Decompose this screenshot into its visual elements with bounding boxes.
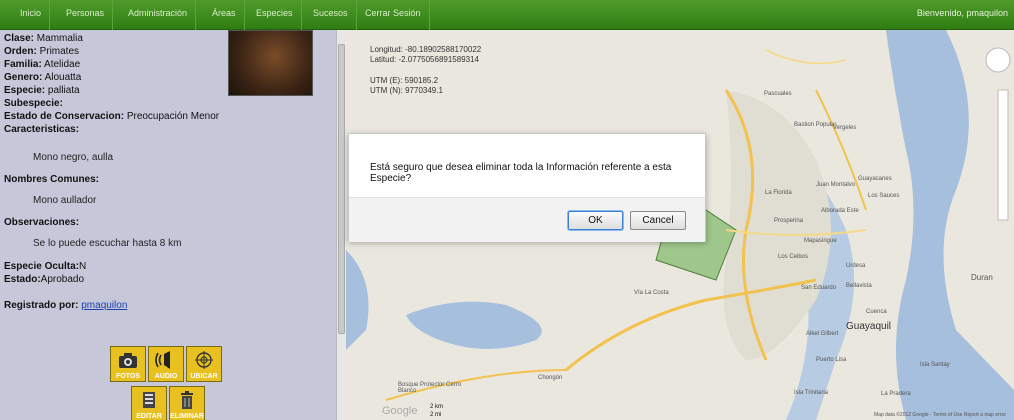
map-label-pascuales: Pascuales <box>764 91 792 97</box>
map-label-prosperina: Prosperina <box>774 218 804 224</box>
map-attribution[interactable]: Map data ©2012 Google - Terms of Use Rep… <box>874 412 1006 418</box>
panel-scrollbar[interactable] <box>336 30 346 420</box>
editar-label: EDITAR <box>136 413 162 420</box>
camera-icon <box>119 353 137 368</box>
speaker-icon <box>155 351 170 369</box>
edit-document-icon <box>143 392 155 408</box>
field-familia: Familia: Atelidae <box>4 59 81 70</box>
map-label-bastion: Bastion Popular <box>794 122 837 128</box>
nombres-value: Mono aullador <box>33 195 97 206</box>
map-scale-km: 2 km <box>430 404 444 410</box>
field-estado: Estado:Aprobado <box>4 274 85 285</box>
trash-icon <box>181 391 193 409</box>
field-especie: Especie: palliata <box>4 85 80 96</box>
map-label-isla-santay: Isla Santay <box>920 362 950 368</box>
field-genero: Genero: Alouatta <box>4 72 82 83</box>
google-logo: Google <box>382 405 418 417</box>
nav-sucesos[interactable]: Sucesos <box>305 0 357 30</box>
welcome-text: Bienvenido, pmaquilon <box>916 8 1008 18</box>
field-especie-oculta: Especie Oculta:N <box>4 261 87 272</box>
map-label-cuenca: Cuenca <box>866 309 887 315</box>
ubicar-label: UBICAR <box>190 373 218 380</box>
fotos-button[interactable]: FOTOS <box>110 346 146 382</box>
map-label-vergeles: Vergeles <box>833 125 857 131</box>
map-label-la-florida: La Florida <box>765 190 792 196</box>
field-nombres-label: Nombres Comunes: <box>4 174 100 185</box>
audio-button[interactable]: AUDIO <box>148 346 184 382</box>
field-registrado: Registrado por: pmaquilon <box>4 300 128 311</box>
nav-areas[interactable]: Áreas <box>204 0 245 30</box>
utm-n-readout: UTM (N): 9770349.1 <box>370 86 443 95</box>
ok-button[interactable]: OK <box>568 211 623 230</box>
field-estado-conservacion: Estado de Conservacion: Preocupación Men… <box>4 111 220 122</box>
editar-button[interactable]: EDITAR <box>131 386 167 420</box>
field-clase: Clase: Mammalia <box>4 33 83 44</box>
map-label-cerro-blanco: Bosque Protector Cerro Blanco <box>398 382 462 394</box>
map-label-puerto-lisa: Puerto Lisa <box>816 357 847 363</box>
map-label-juan-montalvo: Juan Montalvo <box>816 182 856 188</box>
confirm-delete-dialog: Está seguro que desea eliminar toda la I… <box>348 133 706 242</box>
cancel-button[interactable]: Cancel <box>630 211 686 230</box>
eliminar-label: ELIMINAR <box>170 413 204 420</box>
nav-personas[interactable]: Personas <box>58 0 114 30</box>
map-label-alborada: Alborada Este <box>821 208 859 214</box>
nav-administracion[interactable]: Administración <box>120 0 197 30</box>
dialog-message: Está seguro que desea eliminar toda la I… <box>370 162 672 184</box>
map-label-san-eduardo: San Eduardo <box>801 285 837 291</box>
map-label-duran: Duran <box>971 273 993 282</box>
field-subespecie: Subespecie: <box>4 98 63 109</box>
map-label-mapasingue: Mapasingue <box>804 238 837 244</box>
eliminar-button[interactable]: ELIMINAR <box>169 386 205 420</box>
utm-e-readout: UTM (E): 590185.2 <box>370 76 439 85</box>
caracteristicas-value: Mono negro, aulla <box>33 152 114 163</box>
nav-especies[interactable]: Especies <box>248 0 302 30</box>
nav-inicio[interactable]: Inicio <box>12 0 51 30</box>
field-caracteristicas-label: Caracteristicas: <box>4 124 80 135</box>
nav-cerrar-sesion[interactable]: Cerrar Sesión <box>357 0 430 30</box>
map-label-guayaquil: Guayaquil <box>846 321 892 332</box>
field-orden: Orden: Primates <box>4 46 80 57</box>
observaciones-value: Se lo puede escuchar hasta 8 km <box>33 238 182 249</box>
map-label-isla-trinitaria: Isla Trinitaria <box>794 390 829 396</box>
map-label-guayacanes: Guayacanes <box>858 176 892 182</box>
map-label-los-ceibos: Los Ceibos <box>778 254 809 260</box>
crosshair-icon <box>195 351 213 369</box>
field-observaciones-label: Observaciones: <box>4 217 80 228</box>
map-label-via-costa: Vía La Costa <box>634 290 669 296</box>
registrado-link[interactable]: pmaquilon <box>81 300 127 311</box>
map-label-la-pradera: La Pradera <box>881 391 911 397</box>
species-details-panel: Clase: Mammalia Orden: Primates Familia:… <box>0 30 336 420</box>
longitud-readout: Longitud: -80.18902588170022 <box>370 45 482 54</box>
audio-label: AUDIO <box>154 373 178 380</box>
scrollbar-thumb[interactable] <box>338 44 345 334</box>
map-scale-mi: 2 mi <box>430 412 442 418</box>
top-nav-bar: Inicio Personas Administración Áreas Esp… <box>0 0 1014 30</box>
ubicar-button[interactable]: UBICAR <box>186 346 222 382</box>
map-label-alkel-gilbert: Alkel Gilbert <box>806 331 839 337</box>
map-label-urdesa: Urdesa <box>846 263 866 269</box>
latitud-readout: Latitud: -2.0775056891589314 <box>370 55 479 64</box>
map-label-chongon: Chongón <box>538 375 563 381</box>
species-photo <box>228 30 313 96</box>
fotos-label: FOTOS <box>116 373 140 380</box>
map-label-los-sauces: Los Sauces <box>868 193 900 199</box>
map-label-bellavista: Bellavista <box>846 283 872 289</box>
